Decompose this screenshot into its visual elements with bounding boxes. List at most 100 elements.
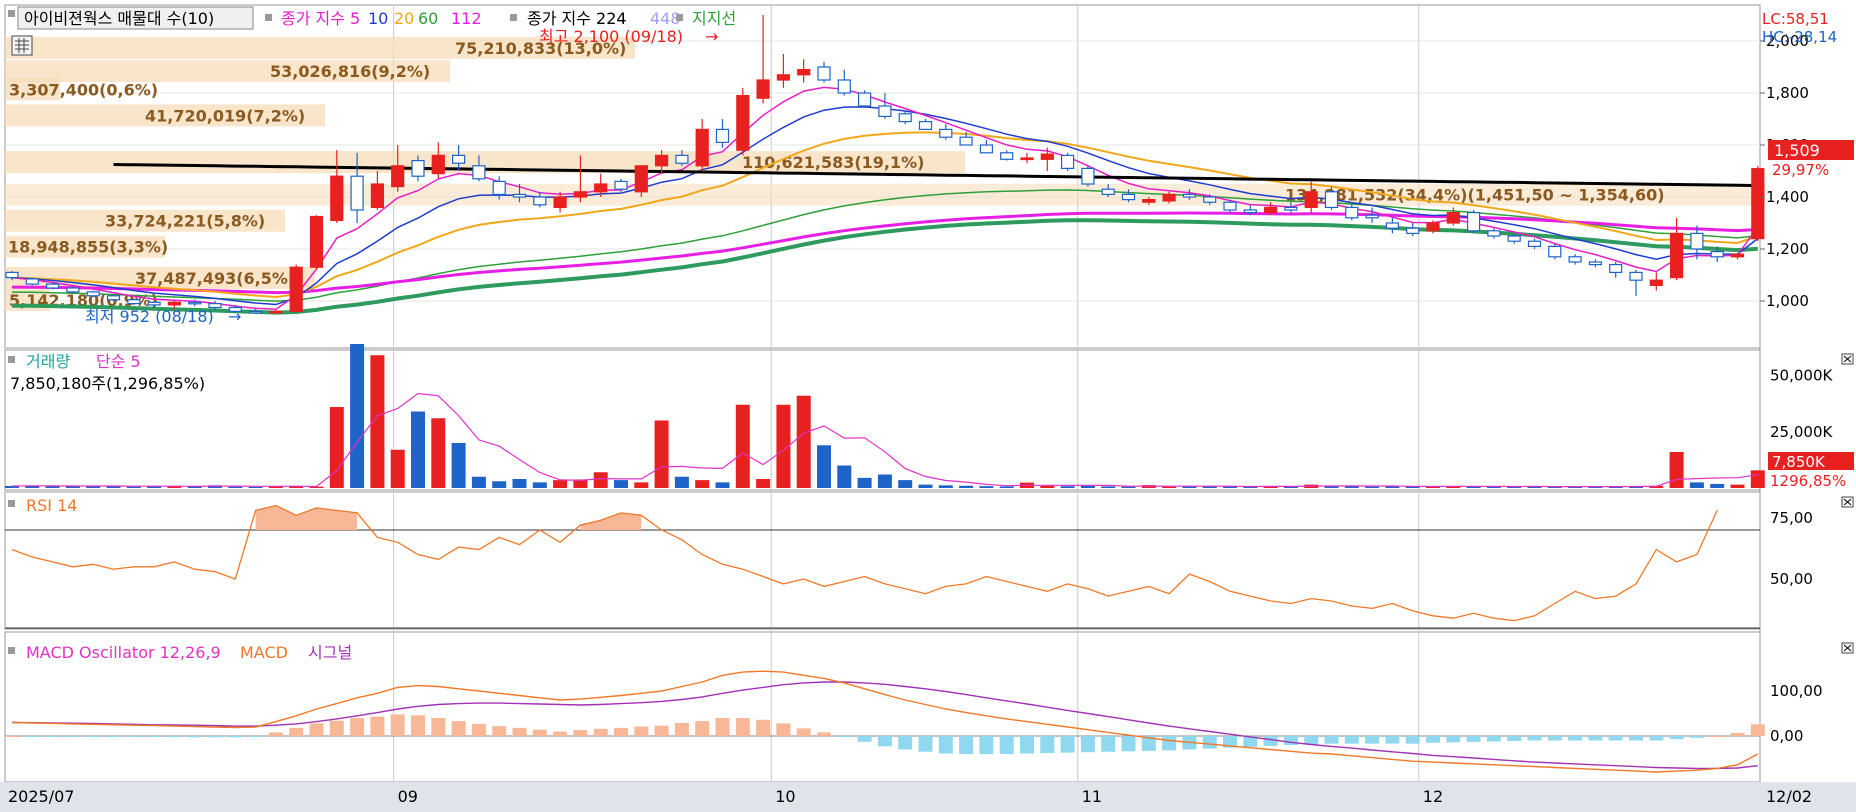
macd-osc-bar — [1466, 736, 1481, 742]
macd-osc-bar — [898, 736, 913, 750]
legend-marker — [8, 647, 15, 654]
ma-long-label: 종가 지수 224 — [527, 9, 627, 28]
volume-bar — [634, 482, 649, 488]
macd-osc-bar — [654, 725, 669, 736]
table-icon[interactable] — [11, 35, 33, 56]
macd-osc-bar — [492, 726, 507, 736]
macd-title: MACD Oscillator 12,26,9 — [26, 643, 221, 662]
ma-period-5: 5 — [350, 9, 360, 28]
macd-osc-bar — [1568, 736, 1583, 741]
candle-body — [106, 295, 121, 301]
x-axis-label: 12 — [1423, 787, 1443, 806]
volume-bar — [735, 404, 750, 488]
macd-osc-bar — [573, 730, 588, 736]
candle-body — [1588, 261, 1603, 266]
candle-body — [452, 154, 466, 164]
volume-bar — [350, 344, 365, 488]
current-price: 1,509 — [1774, 141, 1820, 160]
volume-bar — [979, 486, 994, 488]
macd-osc-bar — [390, 714, 405, 736]
candle-body — [1284, 206, 1298, 211]
volume-bar — [614, 480, 628, 488]
volume-bar — [877, 474, 892, 488]
rsi-close-icon[interactable] — [1841, 496, 1854, 508]
macd-osc-bar — [248, 736, 263, 737]
macd-osc-bar — [411, 715, 425, 736]
ma-period-112: 112 — [451, 9, 482, 28]
macd-osc-bar — [1040, 736, 1055, 754]
volume-bar — [1060, 486, 1075, 488]
macd-osc-bar — [228, 736, 243, 738]
chart-title[interactable]: 아이비젼웍스 매물대 수(10) — [24, 9, 214, 28]
candle-body — [472, 165, 486, 180]
candle-body — [289, 266, 303, 313]
candle-body — [1426, 222, 1440, 232]
volume-bar — [65, 486, 80, 488]
macd-osc-bar — [817, 732, 831, 736]
macd-osc-bar — [1486, 736, 1501, 742]
volume-bar — [1040, 485, 1055, 488]
candle-body — [1649, 279, 1663, 287]
candle-body — [959, 136, 973, 146]
macd-osc-bar — [1324, 736, 1339, 744]
candle-body — [878, 105, 892, 117]
macd-axis-label: 0,00 — [1770, 727, 1803, 745]
macd-osc-bar — [1365, 736, 1380, 744]
macd-osc-bar — [1649, 736, 1664, 741]
price-axis-label: 1,400 — [1766, 188, 1809, 206]
macd-osc-bar — [1385, 736, 1400, 744]
volume-close-icon[interactable] — [1841, 353, 1854, 365]
candle-body — [1609, 264, 1623, 274]
candle-body — [918, 120, 933, 130]
candle-body — [837, 79, 851, 94]
macd-osc-bar — [959, 736, 974, 754]
macd-osc-bar — [1202, 736, 1217, 749]
candle-body — [1182, 193, 1197, 198]
candle-body — [1385, 222, 1400, 229]
rsi-axis-label: 50,00 — [1770, 570, 1813, 588]
candle-body — [675, 154, 689, 164]
rsi-title: RSI 14 — [26, 496, 77, 515]
lc-value: LC:58,51 — [1762, 10, 1829, 28]
macd-close-icon[interactable] — [1841, 642, 1854, 654]
macd-osc-bar — [938, 736, 953, 754]
low-label: 최저 952 (08/18) — [85, 307, 214, 326]
macd-osc-bar — [329, 720, 344, 736]
volume-bar — [817, 445, 831, 488]
candle-body — [188, 301, 202, 305]
volume-bar — [329, 407, 344, 488]
rsi-axis-label: 75,00 — [1770, 509, 1813, 527]
volume-bar — [553, 480, 568, 488]
candle-body — [1466, 212, 1481, 232]
volume-bar — [796, 395, 811, 488]
candle-body — [594, 183, 608, 193]
macd-osc-bar — [1588, 736, 1603, 741]
volume-axis-label: 25,000K — [1770, 423, 1833, 441]
volume-bar — [411, 411, 425, 488]
current-change: 29,97% — [1772, 161, 1829, 179]
volume-bar — [1162, 486, 1177, 488]
x-axis-label: 11 — [1082, 787, 1102, 806]
volume-profile-label: 37,487,493(6,5%) — [135, 269, 295, 288]
macd-osc-bar — [86, 736, 101, 737]
macd-osc-bar — [1689, 736, 1704, 738]
macd-osc-bar — [147, 736, 162, 737]
hc-value: HC:-28,14 — [1762, 28, 1837, 46]
x-axis-label: 2025/07 — [8, 787, 74, 806]
macd-osc-bar — [674, 722, 689, 736]
macd-osc-bar — [1344, 736, 1359, 744]
macd-osc-bar — [776, 723, 791, 736]
candle-body — [634, 165, 648, 193]
volume-title: 거래량 — [26, 352, 70, 371]
x-axis-label: 10 — [775, 787, 795, 806]
macd-osc-bar — [350, 718, 365, 736]
candle-body — [1203, 196, 1217, 203]
candle-body — [167, 301, 181, 306]
volume-bar — [837, 465, 852, 488]
candle-body — [1669, 232, 1684, 279]
macd-osc-bar — [837, 736, 852, 737]
candle-body — [695, 128, 709, 167]
macd-osc-bar — [1020, 736, 1034, 754]
macd-osc-bar — [1283, 736, 1298, 745]
macd-osc-bar — [1629, 736, 1643, 741]
